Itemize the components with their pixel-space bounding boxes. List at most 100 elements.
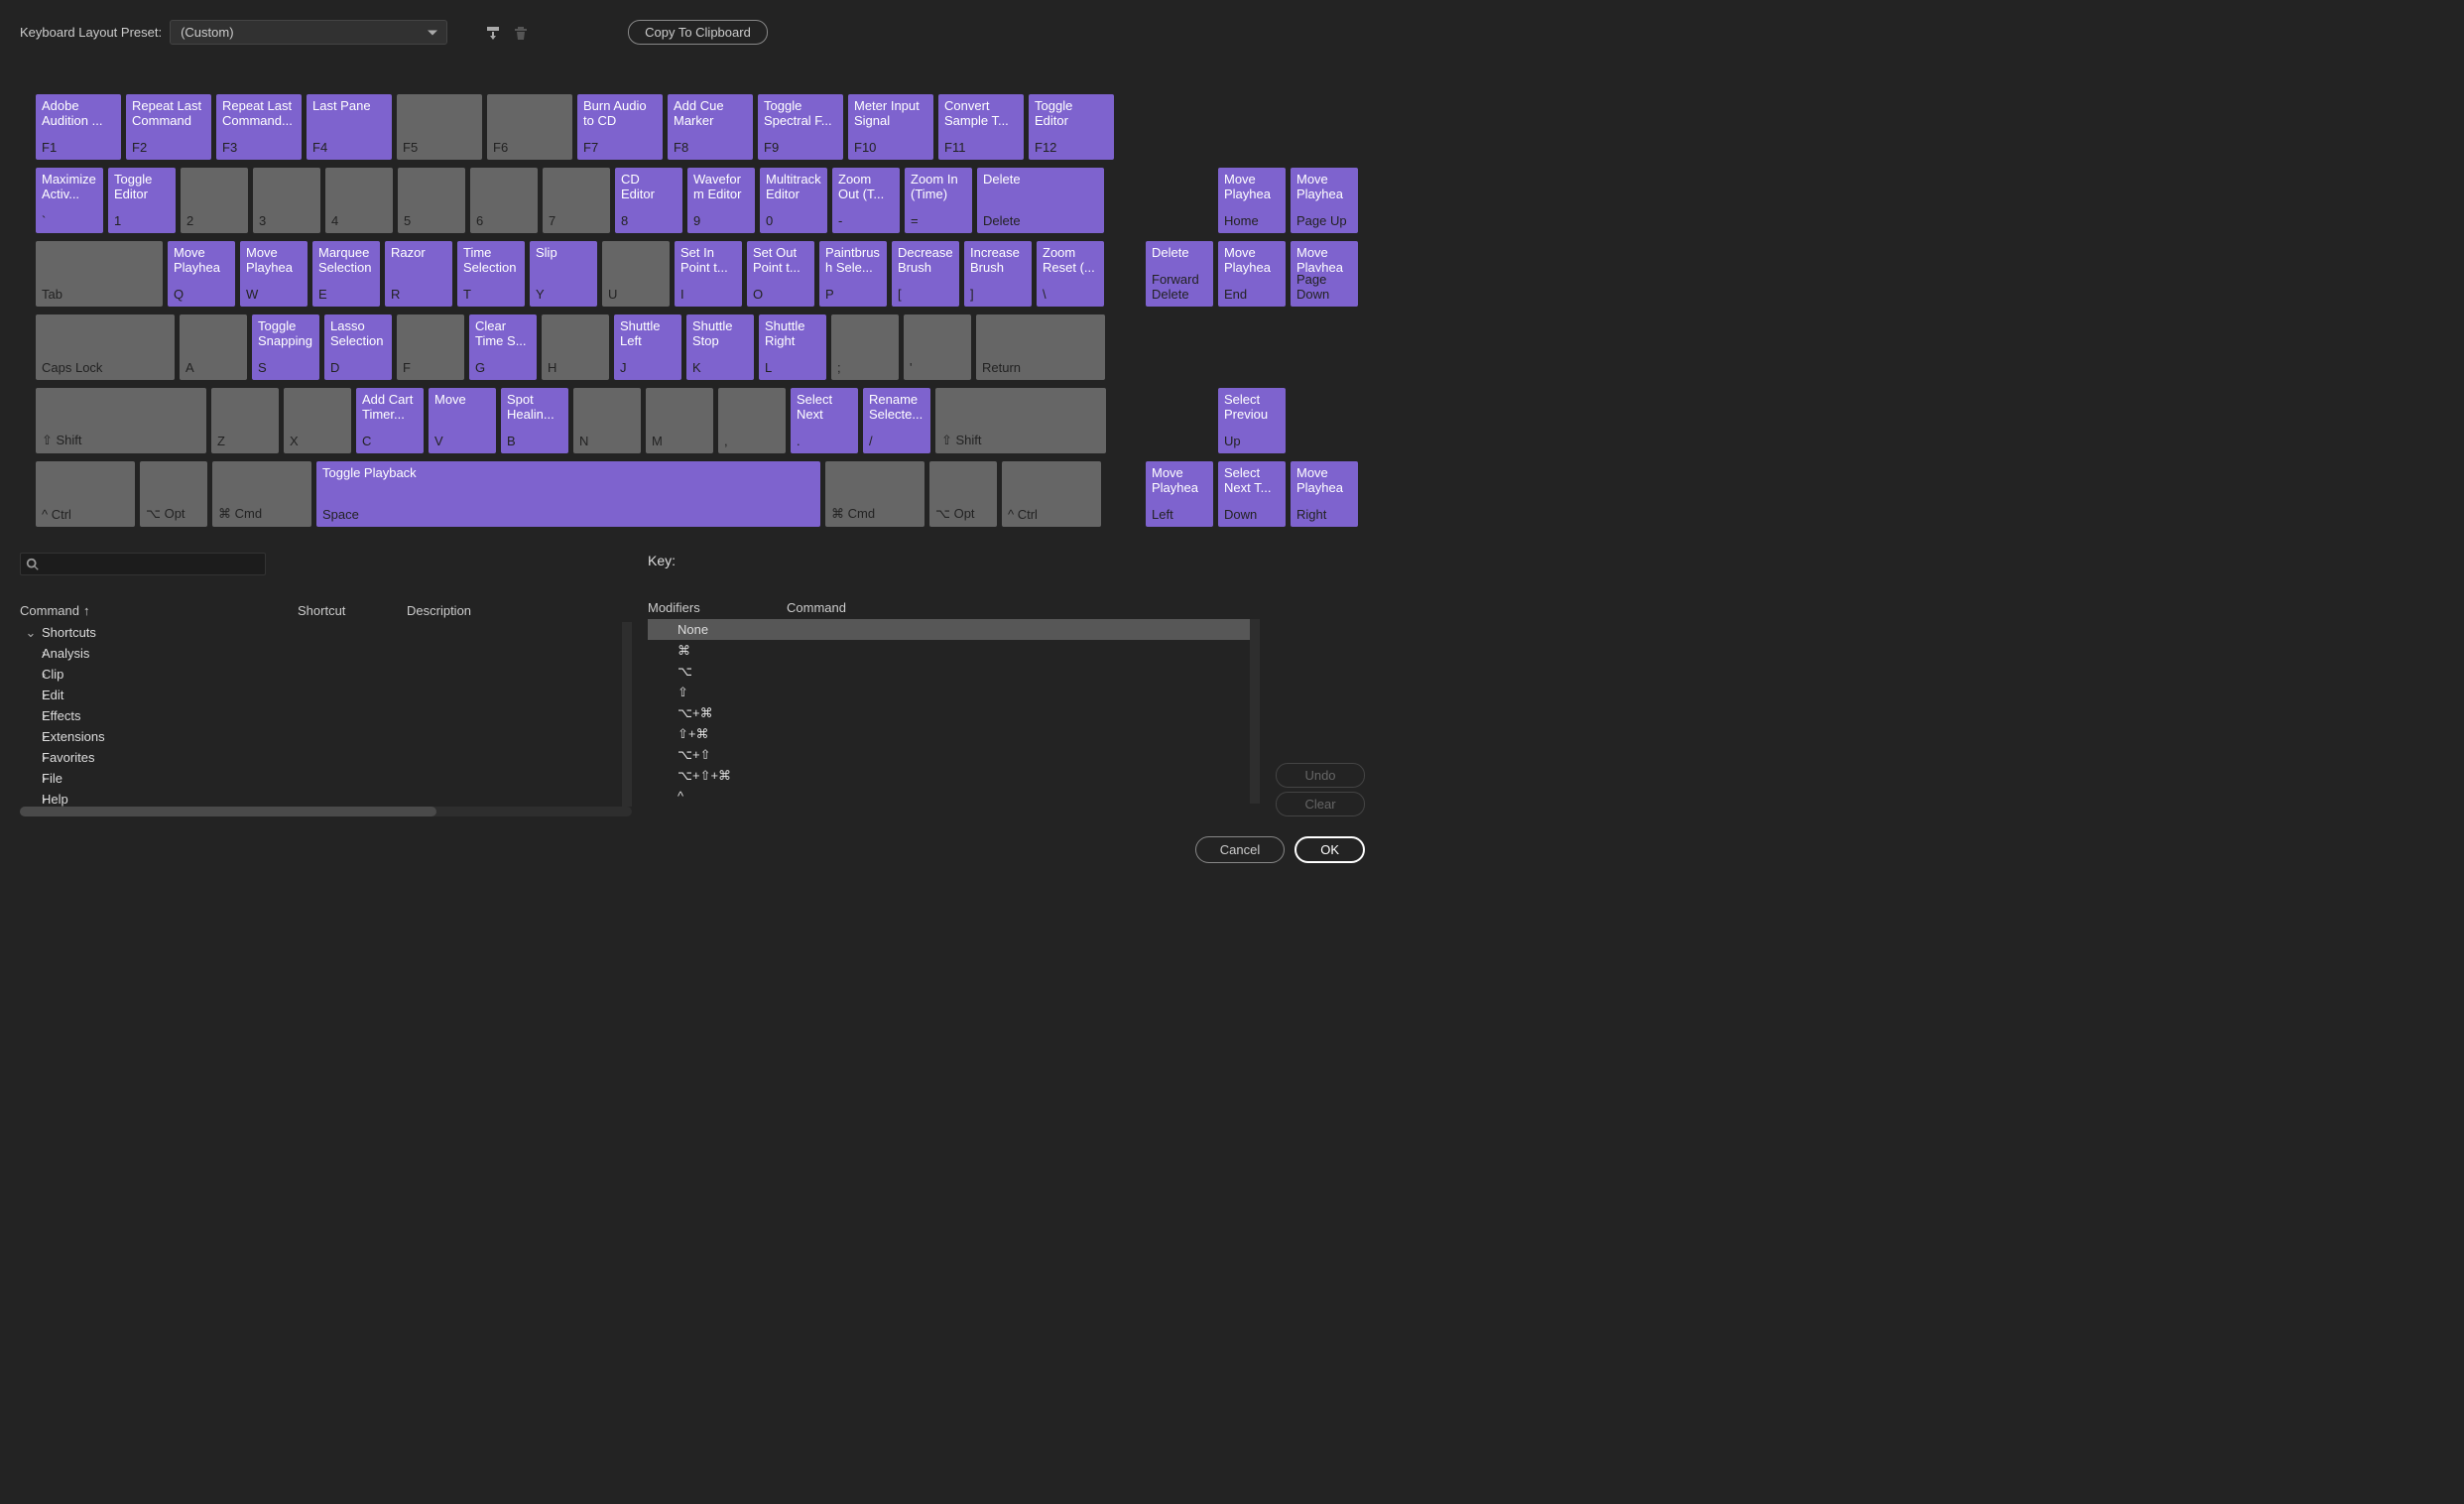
tree-row[interactable]: ›Extensions bbox=[20, 726, 622, 747]
modifiers-column-header[interactable]: Modifiers bbox=[648, 600, 787, 615]
key--[interactable]: ; bbox=[831, 314, 899, 380]
key-page-up[interactable]: Move PlayheaPage Up bbox=[1291, 168, 1358, 233]
key-k[interactable]: Shuttle StopK bbox=[686, 314, 754, 380]
key--ctrl[interactable]: ^ Ctrl bbox=[36, 461, 135, 527]
key--ctrl[interactable]: ^ Ctrl bbox=[1002, 461, 1101, 527]
modifier-list[interactable]: None⌘⌥⇧⌥+⌘⇧+⌘⌥+⇧⌥+⇧+⌘^^+⌘ bbox=[648, 619, 1260, 804]
key-i[interactable]: Set In Point t...I bbox=[675, 241, 742, 307]
preset-select-wrap[interactable]: (Custom) bbox=[170, 20, 447, 45]
tree-row[interactable]: ›Clip bbox=[20, 664, 622, 685]
key-v[interactable]: MoveV bbox=[429, 388, 496, 453]
modifier-row[interactable]: ⇧+⌘ bbox=[648, 723, 1250, 744]
copy-clipboard-button[interactable]: Copy To Clipboard bbox=[628, 20, 768, 45]
modifier-row[interactable]: ⌥+⇧+⌘ bbox=[648, 765, 1250, 786]
key-left[interactable]: Move PlayheaLeft bbox=[1146, 461, 1213, 527]
key-f10[interactable]: Meter Input SignalF10 bbox=[848, 94, 933, 160]
key-f5[interactable]: F5 bbox=[397, 94, 482, 160]
tree-row[interactable]: ›Favorites bbox=[20, 747, 622, 768]
key-f12[interactable]: Toggle EditorF12 bbox=[1029, 94, 1114, 160]
tree-row[interactable]: ›Analysis bbox=[20, 643, 622, 664]
key-down[interactable]: Select Next T...Down bbox=[1218, 461, 1286, 527]
key-u[interactable]: U bbox=[602, 241, 670, 307]
key--[interactable]: Rename Selecte.../ bbox=[863, 388, 930, 453]
key-6[interactable]: 6 bbox=[470, 168, 538, 233]
key-2[interactable]: 2 bbox=[181, 168, 248, 233]
modifier-row[interactable]: None bbox=[648, 619, 1250, 640]
key-e[interactable]: Marquee SelectionE bbox=[312, 241, 380, 307]
key-3[interactable]: 3 bbox=[253, 168, 320, 233]
key-end[interactable]: Move PlayheaEnd bbox=[1218, 241, 1286, 307]
key-f4[interactable]: Last PaneF4 bbox=[307, 94, 392, 160]
key--[interactable]: Zoom Out (T...- bbox=[832, 168, 900, 233]
key-right[interactable]: Move PlayheaRight bbox=[1291, 461, 1358, 527]
key-j[interactable]: Shuttle LeftJ bbox=[614, 314, 681, 380]
preset-select[interactable]: (Custom) bbox=[170, 20, 447, 45]
key--[interactable]: Maximize Activ...` bbox=[36, 168, 103, 233]
key-f8[interactable]: Add Cue MarkerF8 bbox=[668, 94, 753, 160]
key-z[interactable]: Z bbox=[211, 388, 279, 453]
key--opt[interactable]: ⌥ Opt bbox=[929, 461, 997, 527]
key--[interactable]: Increase Brush] bbox=[964, 241, 1032, 307]
key-8[interactable]: CD Editor8 bbox=[615, 168, 682, 233]
key--cmd[interactable]: ⌘ Cmd bbox=[212, 461, 311, 527]
key-x[interactable]: X bbox=[284, 388, 351, 453]
key-m[interactable]: M bbox=[646, 388, 713, 453]
key-f[interactable]: F bbox=[397, 314, 464, 380]
key-7[interactable]: 7 bbox=[543, 168, 610, 233]
modifier-row[interactable]: ⌘ bbox=[648, 640, 1250, 661]
search-input[interactable] bbox=[20, 553, 266, 575]
tree-row[interactable]: ›Effects bbox=[20, 705, 622, 726]
save-preset-icon[interactable] bbox=[483, 23, 503, 43]
key-l[interactable]: Shuttle RightL bbox=[759, 314, 826, 380]
key-f1[interactable]: Adobe Audition ...F1 bbox=[36, 94, 121, 160]
key-b[interactable]: Spot Healin...B bbox=[501, 388, 568, 453]
key-forward-delete[interactable]: DeleteForward Delete bbox=[1146, 241, 1213, 307]
key-t[interactable]: Time SelectionT bbox=[457, 241, 525, 307]
key--cmd[interactable]: ⌘ Cmd bbox=[825, 461, 924, 527]
key-f2[interactable]: Repeat Last CommandF2 bbox=[126, 94, 211, 160]
key-d[interactable]: Lasso SelectionD bbox=[324, 314, 392, 380]
key-y[interactable]: SlipY bbox=[530, 241, 597, 307]
key-tab[interactable]: Tab bbox=[36, 241, 163, 307]
key--shift[interactable]: ⇧ Shift bbox=[935, 388, 1106, 453]
tree-row[interactable]: ›Help bbox=[20, 789, 622, 807]
modifier-row[interactable]: ⌥ bbox=[648, 661, 1250, 682]
tree-row-root[interactable]: ⌄Shortcuts bbox=[20, 622, 622, 643]
key-5[interactable]: 5 bbox=[398, 168, 465, 233]
key-s[interactable]: Toggle SnappingS bbox=[252, 314, 319, 380]
key-9[interactable]: Waveform Editor9 bbox=[687, 168, 755, 233]
key-p[interactable]: Paintbrush Sele...P bbox=[819, 241, 887, 307]
key--opt[interactable]: ⌥ Opt bbox=[140, 461, 207, 527]
command-column-header[interactable]: Command↑ bbox=[20, 603, 89, 618]
key-caps-lock[interactable]: Caps Lock bbox=[36, 314, 175, 380]
shortcut-column-header[interactable]: Shortcut bbox=[298, 603, 407, 618]
key-w[interactable]: Move PlayheaW bbox=[240, 241, 308, 307]
modifier-row[interactable]: ⌥+⇧ bbox=[648, 744, 1250, 765]
description-column-header[interactable]: Description bbox=[407, 603, 471, 618]
key-4[interactable]: 4 bbox=[325, 168, 393, 233]
key-o[interactable]: Set Out Point t...O bbox=[747, 241, 814, 307]
command-tree[interactable]: ⌄Shortcuts›Analysis›Clip›Edit›Effects›Ex… bbox=[20, 622, 632, 807]
modifier-row[interactable]: ^ bbox=[648, 786, 1250, 804]
key-a[interactable]: A bbox=[180, 314, 247, 380]
key-h[interactable]: H bbox=[542, 314, 609, 380]
key-page-down[interactable]: Move PlayheaPage Down bbox=[1291, 241, 1358, 307]
undo-button[interactable]: Undo bbox=[1276, 763, 1365, 788]
key--[interactable]: Decrease Brush[ bbox=[892, 241, 959, 307]
key-1[interactable]: Toggle Editor1 bbox=[108, 168, 176, 233]
key--[interactable]: Select Next. bbox=[791, 388, 858, 453]
key--[interactable]: Zoom In (Time)= bbox=[905, 168, 972, 233]
ok-button[interactable]: OK bbox=[1294, 836, 1365, 863]
key-r[interactable]: RazorR bbox=[385, 241, 452, 307]
tree-row[interactable]: ›File bbox=[20, 768, 622, 789]
h-scrollbar[interactable] bbox=[20, 807, 632, 816]
modifier-row[interactable]: ⌥+⌘ bbox=[648, 702, 1250, 723]
key-home[interactable]: Move PlayheaHome bbox=[1218, 168, 1286, 233]
key-0[interactable]: Multitrack Editor0 bbox=[760, 168, 827, 233]
tree-row[interactable]: ›Edit bbox=[20, 685, 622, 705]
key-f7[interactable]: Burn Audio to CDF7 bbox=[577, 94, 663, 160]
key-return[interactable]: Return bbox=[976, 314, 1105, 380]
command-column-header-right[interactable]: Command bbox=[787, 600, 846, 615]
clear-button[interactable]: Clear bbox=[1276, 792, 1365, 816]
key--[interactable]: Zoom Reset (...\ bbox=[1037, 241, 1104, 307]
